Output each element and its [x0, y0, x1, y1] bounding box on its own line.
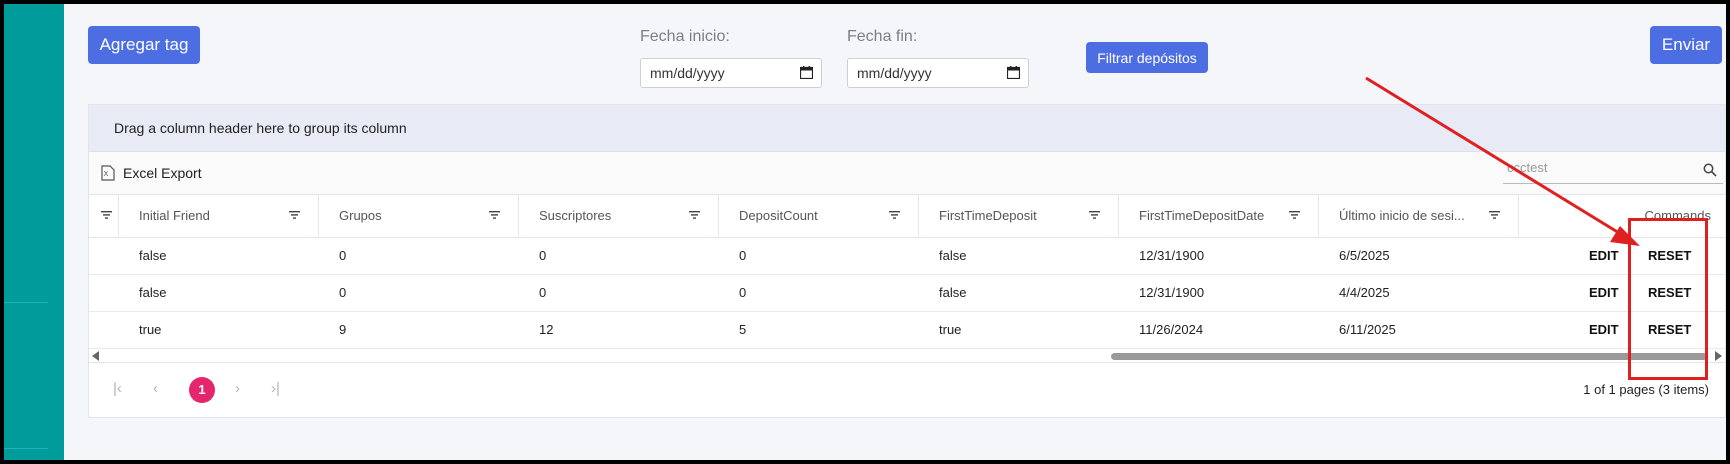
cell-initial-friend: false	[139, 248, 167, 263]
cell-first-time-deposit: true	[939, 322, 962, 337]
end-date-input[interactable]: mm/dd/yyyy	[847, 58, 1029, 88]
sidebar-divider	[4, 302, 48, 303]
edit-button[interactable]: EDIT	[1589, 312, 1619, 348]
cell-deposit-count: 0	[739, 248, 747, 263]
filter-icon[interactable]	[889, 211, 900, 219]
cell-grupos: 9	[339, 322, 347, 337]
end-date-value: mm/dd/yyyy	[857, 65, 932, 81]
column-header-label: DepositCount	[739, 208, 818, 223]
table-row[interactable]: false 0 0 0 false 12/31/1900 4/4/2025 ED…	[89, 275, 1725, 312]
cell-first-time-deposit-date: 12/31/1900	[1139, 248, 1205, 263]
pager: |‹ ‹ 1 › ›| 1 of 1 pages (3 items)	[89, 363, 1725, 417]
cell-ultimo-inicio: 6/11/2025	[1339, 322, 1396, 337]
excel-export-button[interactable]: X Excel Export	[101, 165, 202, 181]
cell-grupos: 0	[339, 248, 347, 263]
filter-deposits-button[interactable]: Filtrar depósitos	[1086, 42, 1208, 73]
horizontal-scrollbar[interactable]	[89, 349, 1725, 363]
reset-button[interactable]: RESET	[1648, 275, 1691, 311]
cell-first-time-deposit: false	[939, 285, 967, 300]
sidebar-divider	[4, 448, 48, 449]
search-icon[interactable]	[1703, 163, 1717, 177]
cell-ultimo-inicio: 4/4/2025	[1339, 285, 1390, 300]
end-date-label: Fecha fin:	[847, 28, 918, 45]
edit-button[interactable]: EDIT	[1589, 275, 1619, 311]
last-page-icon[interactable]: ›|	[271, 380, 280, 397]
cell-suscriptores: 0	[539, 285, 547, 300]
excel-export-label: Excel Export	[123, 165, 202, 181]
start-date-label: Fecha inicio:	[640, 28, 730, 45]
group-panel-hint: Drag a column header here to group its c…	[114, 120, 407, 136]
cell-first-time-deposit-date: 11/26/2024	[1139, 322, 1204, 337]
previous-page-icon[interactable]: ‹	[153, 380, 158, 397]
data-grid: Drag a column header here to group its c…	[88, 104, 1726, 418]
filter-icon[interactable]	[489, 211, 500, 219]
calendar-icon[interactable]	[1007, 66, 1020, 79]
column-header-partial[interactable]	[89, 195, 119, 237]
cell-suscriptores: 12	[539, 322, 554, 337]
filter-icon[interactable]	[101, 211, 112, 219]
start-date-value: mm/dd/yyyy	[650, 65, 725, 81]
scroll-right-arrow-icon[interactable]	[1714, 351, 1722, 361]
edit-button[interactable]: EDIT	[1589, 238, 1619, 274]
calendar-icon[interactable]	[800, 66, 813, 79]
column-header-grupos[interactable]: Grupos	[319, 195, 519, 237]
page-number-active[interactable]: 1	[189, 377, 215, 403]
start-date-input[interactable]: mm/dd/yyyy	[640, 58, 822, 88]
grid-header-row: Initial Friend Grupos Suscriptores Depos…	[89, 195, 1725, 238]
scroll-left-arrow-icon[interactable]	[92, 351, 100, 361]
column-header-label: FirstTimeDepositDate	[1139, 208, 1265, 223]
column-header-label: Commands	[1644, 208, 1711, 223]
column-header-first-time-deposit[interactable]: FirstTimeDeposit	[919, 195, 1119, 237]
next-page-icon[interactable]: ›	[235, 380, 240, 397]
cell-initial-friend: true	[139, 322, 162, 337]
filter-icon[interactable]	[1289, 211, 1300, 219]
group-panel[interactable]: Drag a column header here to group its c…	[89, 105, 1725, 152]
filter-icon[interactable]	[1089, 211, 1100, 219]
table-row[interactable]: false 0 0 0 false 12/31/1900 6/5/2025 ED…	[89, 238, 1725, 275]
grid-search-value: ccctest	[1507, 160, 1548, 175]
column-header-label: Grupos	[339, 208, 382, 223]
table-row[interactable]: true 9 12 5 true 11/26/2024 6/11/2025 ED…	[89, 312, 1725, 349]
filter-icon[interactable]	[289, 211, 300, 219]
column-header-label: Suscriptores	[539, 208, 612, 223]
grid-toolbar: X Excel Export ccctest	[89, 152, 1725, 195]
cell-grupos: 0	[339, 285, 347, 300]
column-header-first-time-deposit-date[interactable]: FirstTimeDepositDate	[1119, 195, 1319, 237]
sidebar	[4, 4, 64, 460]
column-header-commands: Commands	[1519, 195, 1725, 237]
cell-first-time-deposit-date: 12/31/1900	[1139, 285, 1205, 300]
filter-icon[interactable]	[1489, 211, 1500, 219]
reset-button[interactable]: RESET	[1648, 238, 1691, 274]
column-header-label: FirstTimeDeposit	[939, 208, 1037, 223]
scrollbar-thumb[interactable]	[1111, 353, 1707, 360]
cell-deposit-count: 0	[739, 285, 747, 300]
cell-deposit-count: 5	[739, 322, 747, 337]
reset-button[interactable]: RESET	[1648, 312, 1691, 348]
grid-search-input[interactable]: ccctest	[1503, 160, 1723, 184]
svg-text:X: X	[104, 170, 109, 178]
cell-initial-friend: false	[139, 285, 167, 300]
column-header-suscriptores[interactable]: Suscriptores	[519, 195, 719, 237]
cell-first-time-deposit: false	[939, 248, 967, 263]
column-header-ultimo-inicio[interactable]: Último inicio de sesi...	[1319, 195, 1519, 237]
cell-ultimo-inicio: 6/5/2025	[1339, 248, 1390, 263]
column-header-label: Initial Friend	[139, 208, 210, 223]
pager-info: 1 of 1 pages (3 items)	[1583, 382, 1709, 397]
filter-icon[interactable]	[689, 211, 700, 219]
excel-icon: X	[101, 165, 115, 181]
cell-suscriptores: 0	[539, 248, 547, 263]
app-frame: Agregar tag Fecha inicio: mm/dd/yyyy Fec…	[4, 4, 1726, 460]
add-tag-button[interactable]: Agregar tag	[88, 26, 200, 64]
first-page-icon[interactable]: |‹	[113, 380, 122, 397]
column-header-label: Último inicio de sesi...	[1339, 208, 1465, 223]
column-header-deposit-count[interactable]: DepositCount	[719, 195, 919, 237]
send-button[interactable]: Enviar	[1650, 26, 1722, 64]
column-header-initial-friend[interactable]: Initial Friend	[119, 195, 319, 237]
